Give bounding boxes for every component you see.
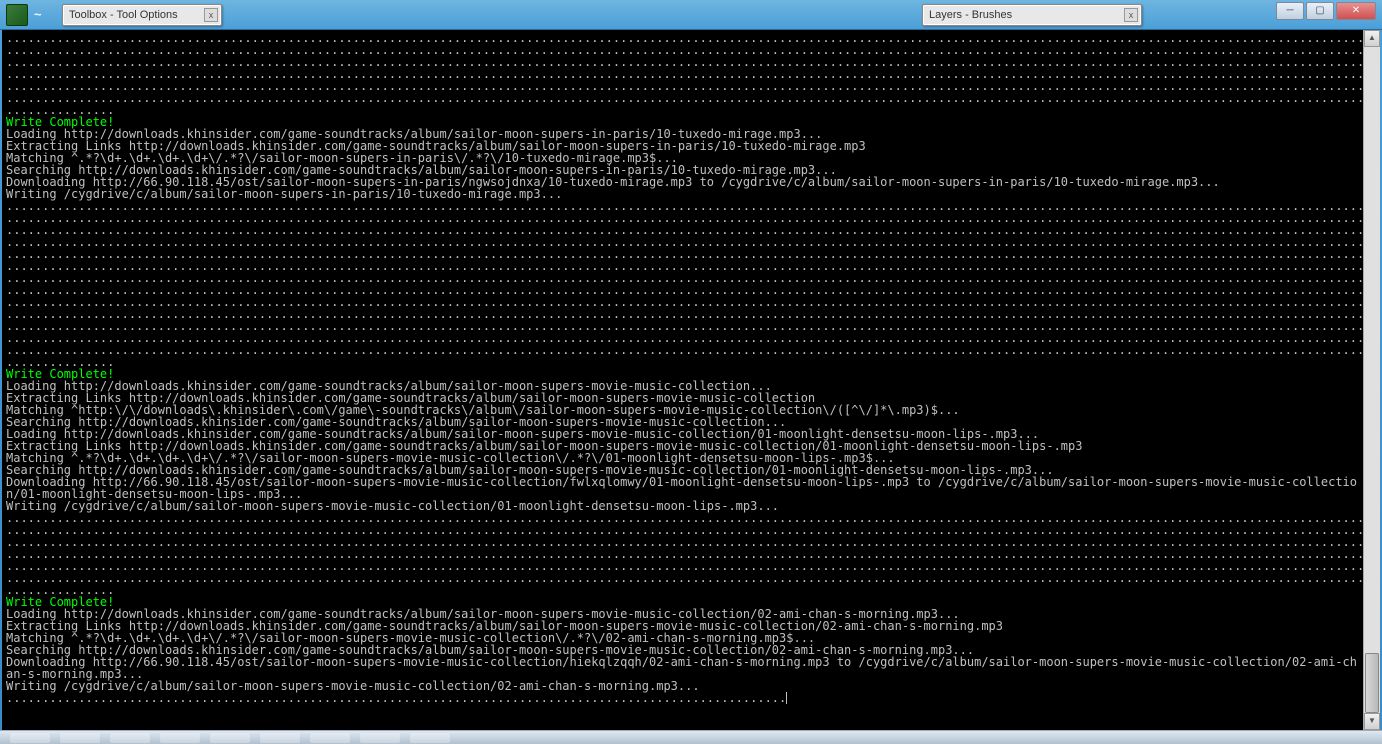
taskbar-item[interactable]	[260, 733, 300, 743]
terminal-line: ........................................…	[6, 572, 1359, 584]
minimize-button[interactable]: ─	[1276, 2, 1304, 20]
scroll-thumb[interactable]	[1365, 653, 1379, 713]
title-bar[interactable]: ~ Toolbox - Tool Options x Layers - Brus…	[0, 0, 1382, 30]
window-controls: ─ ▢ ✕	[1276, 2, 1376, 20]
taskbar-item[interactable]	[310, 733, 350, 743]
terminal-output[interactable]: ........................................…	[2, 30, 1363, 730]
toolbox-window[interactable]: Toolbox - Tool Options x	[62, 4, 222, 26]
terminal-line: ........................................…	[6, 92, 1359, 104]
scroll-down-button[interactable]: ▼	[1364, 713, 1380, 730]
terminal-line: Downloading http://66.90.118.45/ost/sail…	[6, 656, 1359, 680]
toolbox-title: Toolbox - Tool Options	[63, 9, 204, 21]
terminal-line: ........................................…	[6, 692, 1359, 704]
layers-title: Layers - Brushes	[923, 9, 1124, 21]
layers-close-button[interactable]: x	[1124, 8, 1138, 22]
scroll-up-button[interactable]: ▲	[1364, 30, 1380, 47]
taskbar-item[interactable]	[60, 733, 100, 743]
taskbar-item[interactable]	[10, 733, 50, 743]
terminal-line: ........................................…	[6, 344, 1359, 356]
terminal-line: Downloading http://66.90.118.45/ost/sail…	[6, 476, 1359, 500]
scroll-track[interactable]	[1364, 47, 1380, 713]
terminal-container: ........................................…	[2, 30, 1380, 730]
toolbox-close-button[interactable]: x	[204, 8, 218, 22]
terminal-line: ...............	[6, 584, 1359, 596]
taskbar-item[interactable]	[110, 733, 150, 743]
maximize-button[interactable]: ▢	[1306, 2, 1334, 20]
app-icon	[6, 4, 28, 26]
taskbar[interactable]	[0, 730, 1382, 744]
terminal-line: ...............	[6, 104, 1359, 116]
close-button[interactable]: ✕	[1336, 2, 1376, 20]
taskbar-item[interactable]	[410, 733, 450, 743]
taskbar-item[interactable]	[160, 733, 200, 743]
window-title: ~	[34, 7, 42, 22]
taskbar-item[interactable]	[210, 733, 250, 743]
terminal-line: ...............	[6, 356, 1359, 368]
scrollbar: ▲ ▼	[1363, 30, 1380, 730]
taskbar-item[interactable]	[360, 733, 400, 743]
layers-window[interactable]: Layers - Brushes x	[922, 4, 1142, 26]
